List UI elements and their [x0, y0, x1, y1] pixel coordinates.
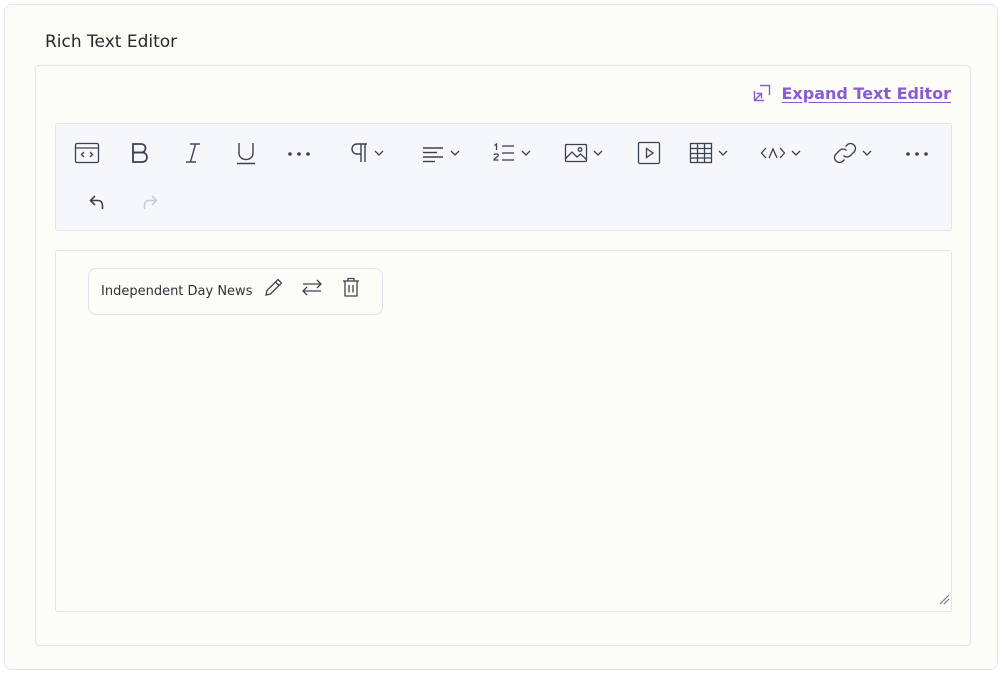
link-icon	[832, 139, 858, 167]
align-button[interactable]	[420, 137, 461, 169]
code-view-button[interactable]	[759, 137, 802, 169]
image-icon	[563, 139, 589, 167]
source-code-button[interactable]	[73, 137, 101, 169]
undo-icon	[86, 187, 108, 215]
image-button[interactable]	[563, 137, 604, 169]
link-button[interactable]	[832, 137, 873, 169]
resize-handle-icon[interactable]	[938, 592, 950, 610]
delete-link-icon	[340, 276, 362, 303]
numbered-list-icon	[491, 139, 517, 167]
more-horizontal-icon	[286, 139, 312, 167]
table-button[interactable]	[688, 137, 729, 169]
more-formatting-button[interactable]	[286, 137, 312, 169]
delete-link-button[interactable]	[338, 276, 364, 302]
chevron-down-icon	[790, 147, 802, 159]
code-view-icon	[759, 139, 787, 167]
bold-button[interactable]	[127, 137, 153, 169]
expand-icon	[752, 83, 772, 103]
editor-content-area[interactable]: Independent Day News	[55, 250, 952, 612]
source-code-icon	[73, 139, 101, 167]
editor-toolbar	[55, 123, 952, 231]
expand-text-editor-link[interactable]: Expand Text Editor	[752, 83, 952, 103]
numbered-list-button[interactable]	[491, 137, 532, 169]
video-icon	[636, 139, 662, 167]
editor-container: Expand Text Editor Independent Day News	[35, 65, 971, 646]
more-horizontal-icon	[904, 139, 930, 167]
replace-link-button[interactable]	[299, 276, 325, 302]
more-options-button[interactable]	[904, 137, 930, 169]
replace-link-icon	[301, 276, 323, 303]
edit-link-icon	[263, 276, 285, 303]
table-icon	[688, 139, 714, 167]
edit-link-button[interactable]	[261, 276, 287, 302]
chevron-down-icon	[717, 147, 729, 159]
chevron-down-icon	[861, 147, 873, 159]
chevron-down-icon	[592, 147, 604, 159]
italic-icon	[180, 139, 206, 167]
undo-button[interactable]	[86, 185, 108, 217]
redo-button[interactable]	[139, 185, 161, 217]
bold-icon	[127, 139, 153, 167]
chevron-down-icon	[373, 147, 385, 159]
underline-button[interactable]	[233, 137, 259, 169]
paragraph-icon	[348, 139, 370, 167]
chevron-down-icon	[520, 147, 532, 159]
paragraph-button[interactable]	[348, 137, 385, 169]
underline-icon	[233, 139, 259, 167]
link-text[interactable]: Independent Day News	[101, 284, 252, 299]
redo-icon	[139, 187, 161, 215]
rich-text-editor-card: Rich Text Editor Expand Text Editor Inde…	[4, 4, 998, 670]
video-button[interactable]	[636, 137, 662, 169]
section-title: Rich Text Editor	[45, 32, 178, 52]
align-left-icon	[420, 139, 446, 167]
chevron-down-icon	[449, 147, 461, 159]
link-popover: Independent Day News	[88, 268, 383, 315]
italic-button[interactable]	[180, 137, 206, 169]
expand-text-editor-label: Expand Text Editor	[781, 83, 952, 103]
